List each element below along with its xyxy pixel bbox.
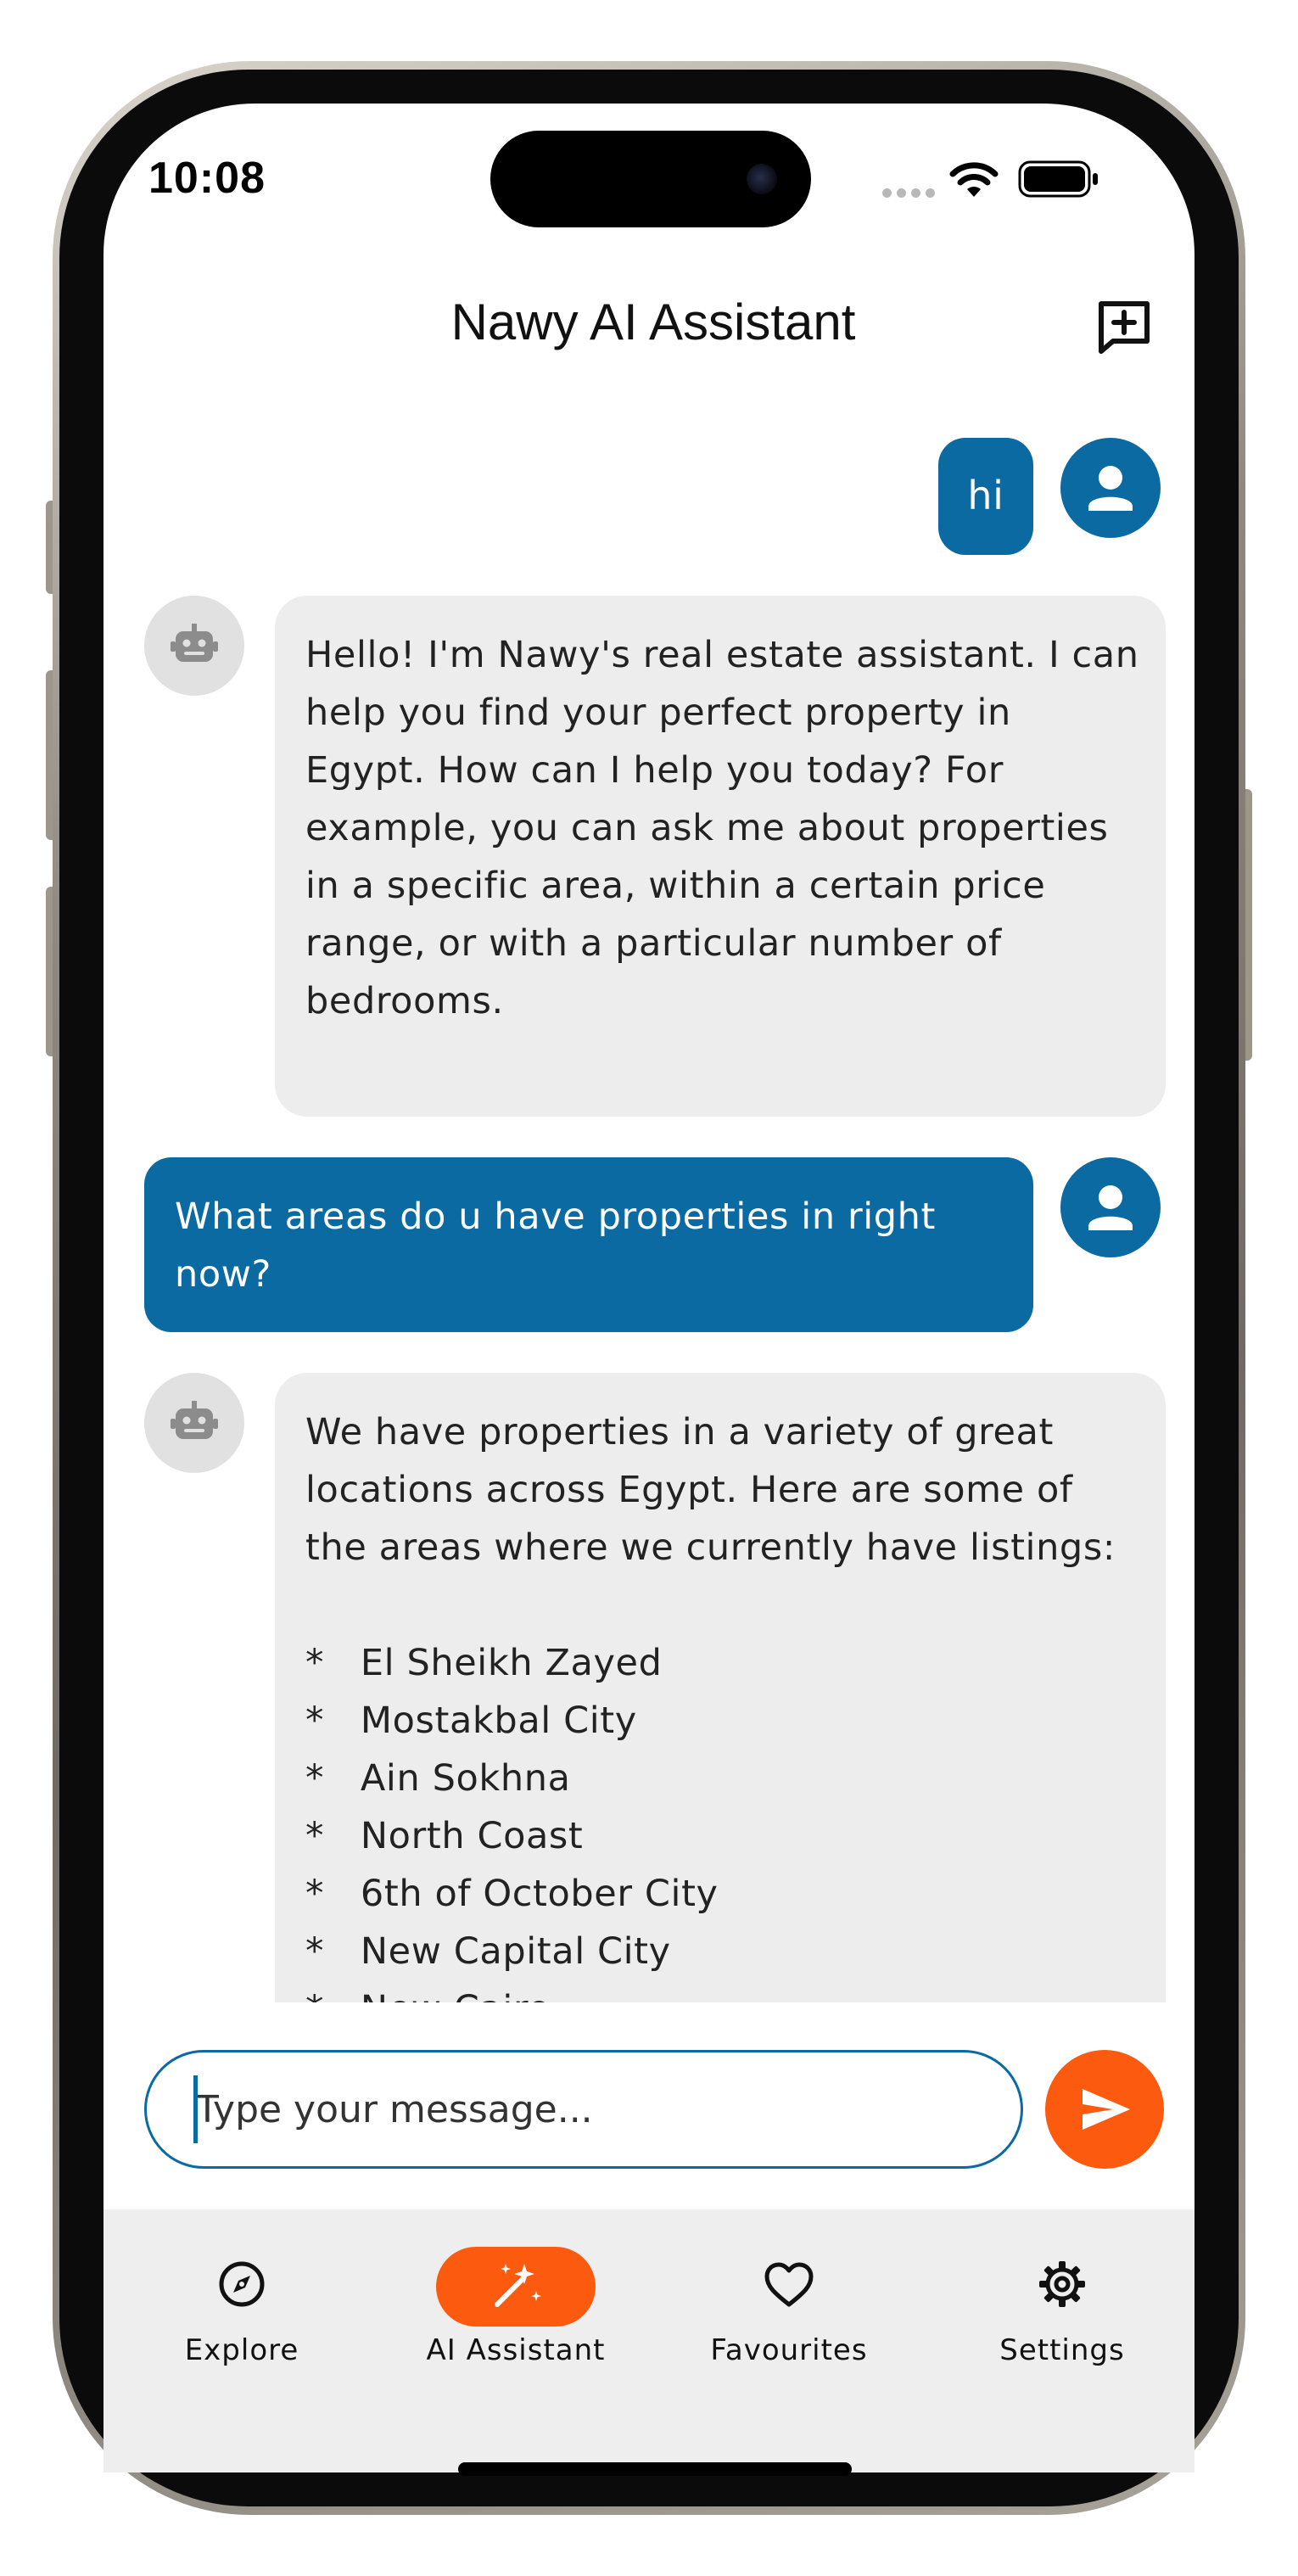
assistant-message: Hello! I'm Nawy's real estate assistant.… [275,596,1166,1117]
message-input[interactable] [144,2050,1023,2169]
send-icon [1083,2089,1130,2130]
user-message: hi [938,438,1033,555]
nav-label-settings: Settings [999,2333,1125,2367]
send-button[interactable] [1045,2050,1164,2169]
user-avatar [1060,1157,1161,1257]
robot-icon [171,624,218,662]
bot-avatar [144,1373,244,1473]
nav-label-ai-assistant: AI Assistant [426,2333,606,2367]
nav-label-explore: Explore [184,2333,299,2367]
person-icon [1088,1185,1133,1230]
user-message: What areas do u have properties in right… [144,1157,1033,1332]
gear-icon [1039,2261,1085,2307]
person-icon [1088,466,1133,511]
chat-list[interactable]: hi Hello! I'm Nawy's real estate assista… [104,0,1194,2002]
robot-icon [171,1401,218,1439]
home-indicator[interactable] [458,2462,852,2476]
magic-wand-icon [495,2264,541,2307]
user-avatar [1060,438,1161,538]
text-caret [193,2075,198,2143]
assistant-message: We have properties in a variety of great… [275,1373,1166,2002]
bot-avatar [144,596,244,696]
compass-icon [219,2261,265,2307]
heart-icon [764,2262,814,2307]
nav-label-favourites: Favourites [710,2333,868,2367]
